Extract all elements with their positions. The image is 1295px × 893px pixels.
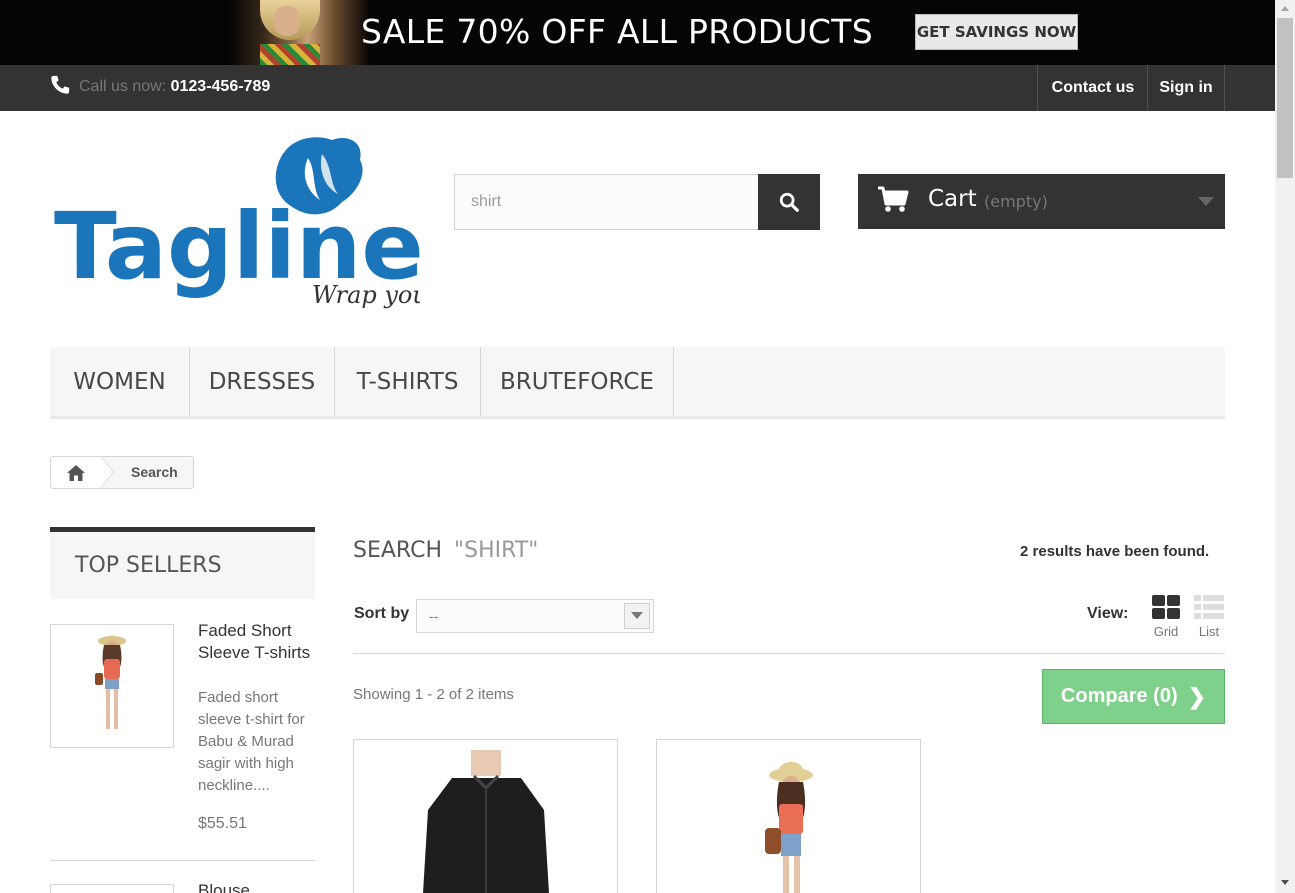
menu-item-dresses[interactable]: DRESSES <box>190 347 335 416</box>
model-image <box>95 636 126 729</box>
banner-model-image <box>230 0 370 65</box>
search-icon <box>779 192 799 212</box>
product-image <box>765 762 813 893</box>
call-prefix: Call us now: <box>79 78 167 95</box>
chevron-right-icon: ❯ <box>1187 683 1207 709</box>
compare-button[interactable]: Compare (0) ❯ <box>1042 669 1225 724</box>
scrollbar-thumb[interactable] <box>1277 18 1293 178</box>
search-heading: SEARCH <box>353 538 443 563</box>
shopping-cart-icon <box>878 186 909 212</box>
chevron-down-icon <box>624 603 650 629</box>
compare-label: Compare (0) <box>1060 685 1178 707</box>
product-image <box>423 750 549 893</box>
store-logo[interactable]: Tagline Wrap you <box>50 130 420 315</box>
top-seller-price: $55.51 <box>198 815 247 832</box>
call-us-text: Call us now: 0123-456-789 <box>79 78 270 96</box>
menu-item-t-shirts[interactable]: T-SHIRTS <box>335 347 481 416</box>
contact-us-link[interactable]: Contact us <box>1037 65 1148 111</box>
cart-label: Cart <box>928 186 977 212</box>
page-title: SEARCH "SHIRT" <box>353 538 538 563</box>
top-sellers-header: TOP SELLERS <box>50 527 315 599</box>
top-seller-name-2[interactable]: Blouse <box>198 881 250 893</box>
search-button[interactable] <box>758 174 820 230</box>
promo-banner[interactable]: SALE 70% OFF ALL PRODUCTS GET SAVINGS NO… <box>0 0 1275 65</box>
top-seller-name[interactable]: Faded Short Sleeve T-shirts <box>198 620 313 664</box>
get-savings-button[interactable]: GET SAVINGS NOW <box>915 14 1078 50</box>
scroll-down-arrow-icon[interactable] <box>1281 880 1289 885</box>
phone-number: 0123-456-789 <box>170 78 271 95</box>
sort-label: Sort by <box>354 605 410 622</box>
top-seller-thumbnail[interactable] <box>50 624 174 748</box>
top-sellers-title: TOP SELLERS <box>75 553 222 578</box>
cart-status: (empty) <box>984 192 1048 211</box>
divider <box>50 860 315 861</box>
grid-view-toggle[interactable]: Grid <box>1150 594 1182 640</box>
view-label: View: <box>1087 605 1129 622</box>
product-card[interactable] <box>353 739 618 893</box>
pagination-summary: Showing 1 - 2 of 2 items <box>353 686 514 703</box>
search-input[interactable] <box>455 175 759 229</box>
page-scrollbar[interactable] <box>1275 0 1295 893</box>
home-icon <box>67 464 85 481</box>
grid-icon <box>1152 595 1180 619</box>
sign-in-link[interactable]: Sign in <box>1147 65 1225 111</box>
sort-select[interactable]: -- <box>416 599 654 633</box>
search-query: "SHIRT" <box>454 538 539 563</box>
top-seller-description: Faded short sleeve t-shirt for Babu & Mu… <box>198 689 305 794</box>
breadcrumb-current: Search <box>131 464 178 480</box>
phone-icon <box>51 75 70 94</box>
scroll-up-arrow-icon[interactable] <box>1281 6 1289 11</box>
cart-dropdown[interactable]: Cart (empty) <box>858 174 1225 229</box>
banner-headline: SALE 70% OFF ALL PRODUCTS <box>361 12 873 51</box>
logo-tagline: Wrap you <box>312 281 420 309</box>
sort-value: -- <box>429 608 439 624</box>
divider <box>353 653 1225 654</box>
top-seller-thumbnail-2[interactable] <box>50 884 174 893</box>
list-view-label: List <box>1198 624 1220 639</box>
menu-item-bruteforce[interactable]: BRUTEFORCE <box>481 347 674 416</box>
search-field[interactable] <box>454 174 760 230</box>
list-view-toggle[interactable]: List <box>1193 594 1225 640</box>
chevron-down-icon <box>1198 197 1214 206</box>
breadcrumb: Search <box>50 456 194 489</box>
menu-item-women[interactable]: WOMEN <box>50 347 190 416</box>
product-card[interactable] <box>656 739 921 893</box>
results-count: 2 results have been found. <box>1020 543 1210 560</box>
breadcrumb-home[interactable] <box>51 457 101 488</box>
main-menu: WOMEN DRESSES T-SHIRTS BRUTEFORCE <box>50 347 1225 419</box>
list-icon <box>1194 595 1224 619</box>
grid-view-label: Grid <box>1153 624 1179 639</box>
